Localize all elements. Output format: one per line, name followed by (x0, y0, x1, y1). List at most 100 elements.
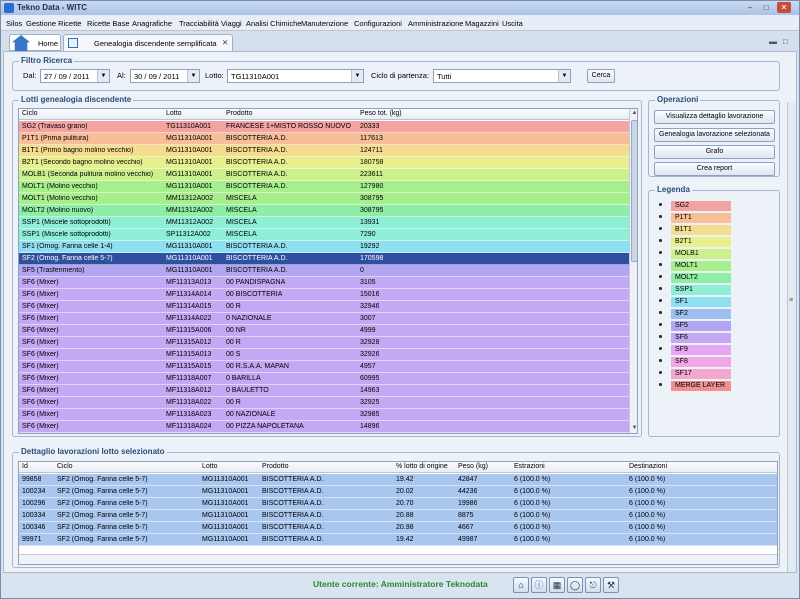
menu-viaggi[interactable]: Viaggi (221, 19, 242, 28)
menu-amministrazione[interactable]: Amministrazione (408, 19, 463, 28)
table-row[interactable]: SF2 (Omog. Farina celle 5-7) MG11310A001 B… (19, 253, 629, 265)
minimize-tab-icon[interactable]: ▬ (769, 37, 777, 46)
dettaglio-hscrollbar[interactable] (19, 554, 777, 564)
chevron-down-icon[interactable]: ▼ (187, 70, 199, 82)
table-row[interactable]: MOLT2 (Molino nuovo) MM11312A002 MISCELA 30… (19, 205, 629, 217)
table-row[interactable]: P1T1 (Prima pulitura) MG11310A001 BISCOTTE… (19, 133, 629, 145)
table-row[interactable]: B2T1 (Secondo bagno molino vecchio) MG113… (19, 157, 629, 169)
chevron-down-icon[interactable]: ▼ (97, 70, 109, 82)
genealogia-lavorazione-button[interactable]: Genealogia lavorazione selezionata (654, 128, 775, 142)
page-scrollbar[interactable]: ≡ (787, 102, 796, 572)
col-peso[interactable]: Peso tot. (kg) (360, 110, 402, 117)
table-row[interactable]: SF6 (Mixer) MF11318A023 00 NAZIONALE 32985 (19, 409, 629, 421)
menu-silos[interactable]: Silos (6, 19, 22, 28)
crea-report-button[interactable]: Crea report (654, 162, 775, 176)
close-tab-icon[interactable]: ✕ (222, 38, 228, 47)
col-destinazioni[interactable]: Destinazioni (629, 463, 667, 470)
home-icon[interactable]: ⌂ (513, 577, 529, 593)
prodotto-cell: BISCOTTERIA A.D. (262, 524, 324, 531)
lock-icon[interactable]: ⎋ (585, 577, 601, 593)
refresh-icon[interactable]: ◯ (567, 577, 583, 593)
col-prodotto[interactable]: Prodotto (226, 110, 252, 117)
peso-cell: 42847 (458, 476, 478, 483)
table-row[interactable]: SF6 (Mixer) MF11318A024 00 PIZZA NAPOLETAN… (19, 421, 629, 433)
col-ciclo[interactable]: Ciclo (22, 110, 38, 117)
col-ciclo[interactable]: Ciclo (57, 463, 73, 470)
table-row[interactable]: SF6 (Mixer) MF11318A012 0 BAULETTO 14963 (19, 385, 629, 397)
legend-item: SF9 (659, 345, 779, 356)
restore-tab-icon[interactable]: □ (783, 37, 788, 46)
grafo-button[interactable]: Grafo (654, 145, 775, 159)
table-row[interactable]: SF6 (Mixer) MF11313A013 00 PANDISPAGNA 3105 (19, 277, 629, 289)
menu-tracciabilita[interactable]: Tracciabilità (179, 19, 219, 28)
menu-analisi-chimiche[interactable]: Analisi Chimiche (246, 19, 301, 28)
estr-cell: 6 (100.0 %) (514, 488, 551, 495)
col-id[interactable]: Id (22, 463, 28, 470)
table-row[interactable]: SF6 (Mixer) MF11318A007 0 BARILLA 60995 (19, 373, 629, 385)
table-row[interactable]: 99858 SF2 (Omog. Farina celle 5-7) MG11310… (19, 474, 777, 486)
table-row[interactable]: SF6 (Mixer) MF11315A013 00 S 32926 (19, 349, 629, 361)
close-button[interactable]: ✕ (777, 2, 791, 13)
table-row[interactable]: SF6 (Mixer) MF11315A006 00 NR 4999 (19, 325, 629, 337)
col-lotto[interactable]: Lotto (202, 463, 218, 470)
lotto-select[interactable]: TG11310A001 ▼ (227, 69, 364, 83)
lotti-scrollbar[interactable]: ▲ ▼ (629, 109, 637, 433)
table-row[interactable]: B1T1 (Primo bagno molino vecchio) MG11310… (19, 145, 629, 157)
tools-icon[interactable]: ⚒ (603, 577, 619, 593)
lotto-cell: MG11310A001 (202, 524, 249, 531)
table-row[interactable]: SF1 (Omog. Farina celle 1-4) MG11310A001 B… (19, 241, 629, 253)
col-peso[interactable]: Peso (kg) (458, 463, 488, 470)
maximize-button[interactable]: □ (759, 2, 773, 13)
col-estrazioni[interactable]: Estrazioni (514, 463, 545, 470)
scroll-thumb[interactable] (631, 120, 637, 262)
prodotto-cell: 00 R.S.A.A. MAPAN (226, 363, 289, 370)
table-row[interactable]: MOLB1 (Seconda pulitura molino vecchio) M… (19, 169, 629, 181)
scroll-down-icon[interactable]: ▼ (630, 424, 637, 433)
col-lotto[interactable]: Lotto (166, 110, 182, 117)
col-prodotto[interactable]: Prodotto (262, 463, 288, 470)
visualizza-dettaglio-button[interactable]: Visualizza dettaglio lavorazione (654, 110, 775, 124)
info-icon[interactable]: ⓘ (531, 577, 547, 593)
col-perc-origine[interactable]: % lotto di origine (396, 463, 448, 470)
dal-date-field[interactable]: 27 / 09 / 2011 ▼ (40, 69, 110, 83)
table-row[interactable]: SF6 (Mixer) MF11315A012 00 R 32928 (19, 337, 629, 349)
menu-ricette-base[interactable]: Ricette Base (87, 19, 130, 28)
ciclo-select[interactable]: Tutti ▼ (433, 69, 571, 83)
grid-icon[interactable]: ▦ (549, 577, 565, 593)
perc-cell: 20.98 (396, 524, 414, 531)
menu-magazzini[interactable]: Magazzini (465, 19, 499, 28)
prodotto-cell: BISCOTTERIA A.D. (226, 267, 288, 274)
menu-gestione-ricette[interactable]: Gestione Ricette (26, 19, 81, 28)
prodotto-cell: 0 BARILLA (226, 375, 261, 382)
table-row[interactable]: SF6 (Mixer) MF11314A022 0 NAZIONALE 3007 (19, 313, 629, 325)
peso-cell: 32925 (360, 399, 380, 406)
menu-configurazioni[interactable]: Configurazioni (354, 19, 402, 28)
menu-anagrafiche[interactable]: Anagrafiche (132, 19, 172, 28)
table-row[interactable]: 99971 SF2 (Omog. Farina celle 5-7) MG11310… (19, 534, 777, 546)
table-row[interactable]: MOLT1 (Molino vecchio) MM11312A002 MISCELA… (19, 193, 629, 205)
table-row[interactable]: SSP1 (Miscele sottoprodotti) MM11312A002 M… (19, 217, 629, 229)
chevron-down-icon[interactable]: ▼ (351, 70, 363, 82)
scroll-up-icon[interactable]: ▲ (630, 109, 637, 118)
tab-genealogia[interactable]: Genealogia discendente semplificata ✕ (63, 34, 233, 51)
table-row[interactable]: SG2 (Travaso grano) TG11310A001 FRANCESE 1… (19, 121, 629, 133)
table-row[interactable]: SSP1 (Miscele sottoprodotti) SP11312A002 M… (19, 229, 629, 241)
cerca-button[interactable]: Cerca (587, 69, 615, 83)
table-row[interactable]: SF6 (Mixer) MF11314A015 00 R 32946 (19, 301, 629, 313)
menu-manutenzione[interactable]: Manutenzione (301, 19, 348, 28)
table-row[interactable]: SF5 (Trasferimento) MG11310A001 BISCOTTERI… (19, 265, 629, 277)
table-row[interactable]: MOLT1 (Molino vecchio) MG11310A001 BISCOTT… (19, 181, 629, 193)
table-row[interactable]: SF6 (Mixer) MF11318A022 00 R 32925 (19, 397, 629, 409)
table-row[interactable]: SF6 (Mixer) MF11314A014 00 BISCOTTERIA 1501… (19, 289, 629, 301)
table-row[interactable]: 100346 SF2 (Omog. Farina celle 5-7) MG1131… (19, 522, 777, 534)
tab-home[interactable]: Home (9, 34, 61, 51)
table-row[interactable]: SF6 (Mixer)MF11319A00700 PANDISPAGNA1500… (19, 433, 629, 434)
table-row[interactable]: SF6 (Mixer) MF11315A015 00 R.S.A.A. MAPAN 4… (19, 361, 629, 373)
table-row[interactable]: 100234 SF2 (Omog. Farina celle 5-7) MG1131… (19, 486, 777, 498)
al-date-field[interactable]: 30 / 09 / 2011 ▼ (130, 69, 200, 83)
minimize-button[interactable]: – (743, 2, 757, 13)
table-row[interactable]: 100334 SF2 (Omog. Farina celle 5-7) MG1131… (19, 510, 777, 522)
chevron-down-icon[interactable]: ▼ (558, 70, 570, 82)
menu-uscita[interactable]: Uscita (502, 19, 523, 28)
table-row[interactable]: 100296 SF2 (Omog. Farina celle 5-7) MG1131… (19, 498, 777, 510)
